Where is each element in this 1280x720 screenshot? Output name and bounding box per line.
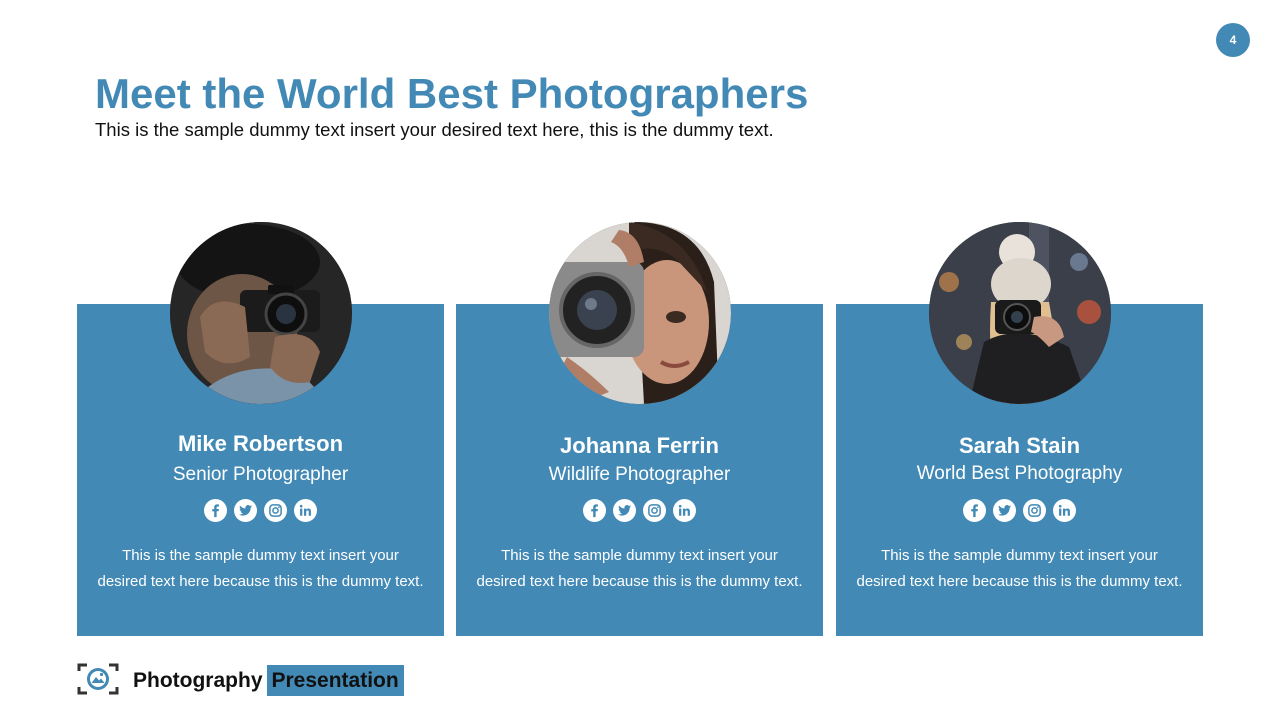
slide-subtitle: This is the sample dummy text insert you… xyxy=(95,119,774,140)
photographer-name: Sarah Stain xyxy=(958,433,1081,458)
twitter-icon[interactable] xyxy=(234,499,257,522)
photographer-role: World Best Photography xyxy=(916,463,1123,484)
photographer-description: This is the sample dummy text insert you… xyxy=(476,547,803,590)
photographer-description: This is the sample dummy text insert you… xyxy=(97,547,424,590)
instagram-icon[interactable] xyxy=(1023,499,1046,522)
footer-highlight-text: Presentation xyxy=(266,665,404,696)
linkedin-icon[interactable] xyxy=(673,499,696,522)
photographer-role: Senior Photographer xyxy=(172,464,349,485)
photographer-photo xyxy=(548,222,731,404)
facebook-icon[interactable] xyxy=(204,499,227,522)
photographer-card-sarah: Sarah Stain World Best Photography This … xyxy=(836,222,1203,636)
photographer-description: This is the sample dummy text insert you… xyxy=(856,547,1183,590)
linkedin-icon[interactable] xyxy=(294,499,317,522)
footer-brand: Photography Presentation xyxy=(133,665,404,696)
photographer-name: Mike Robertson xyxy=(177,431,344,456)
linkedin-icon[interactable] xyxy=(1053,499,1076,522)
social-links xyxy=(456,499,823,522)
instagram-icon[interactable] xyxy=(264,499,287,522)
footer-brand-text: Photography xyxy=(133,668,263,692)
twitter-icon[interactable] xyxy=(993,499,1016,522)
photographer-photo xyxy=(169,222,352,404)
facebook-icon[interactable] xyxy=(583,499,606,522)
photographer-role: Wildlife Photographer xyxy=(548,464,731,485)
photographer-photo xyxy=(928,222,1111,404)
page-number-badge: 4 xyxy=(1216,23,1250,57)
instagram-icon[interactable] xyxy=(643,499,666,522)
facebook-icon[interactable] xyxy=(963,499,986,522)
photographer-card-johanna: Johanna Ferrin Wildlife Photographer Thi… xyxy=(456,222,823,636)
photographer-card-mike: Mike Robertson Senior Photographer This … xyxy=(77,222,444,636)
camera-logo-icon xyxy=(77,663,119,695)
social-links xyxy=(836,499,1203,522)
slide-title: Meet the World Best Photographers xyxy=(95,70,809,117)
twitter-icon[interactable] xyxy=(613,499,636,522)
social-links xyxy=(77,499,444,522)
photographer-name: Johanna Ferrin xyxy=(560,433,719,458)
